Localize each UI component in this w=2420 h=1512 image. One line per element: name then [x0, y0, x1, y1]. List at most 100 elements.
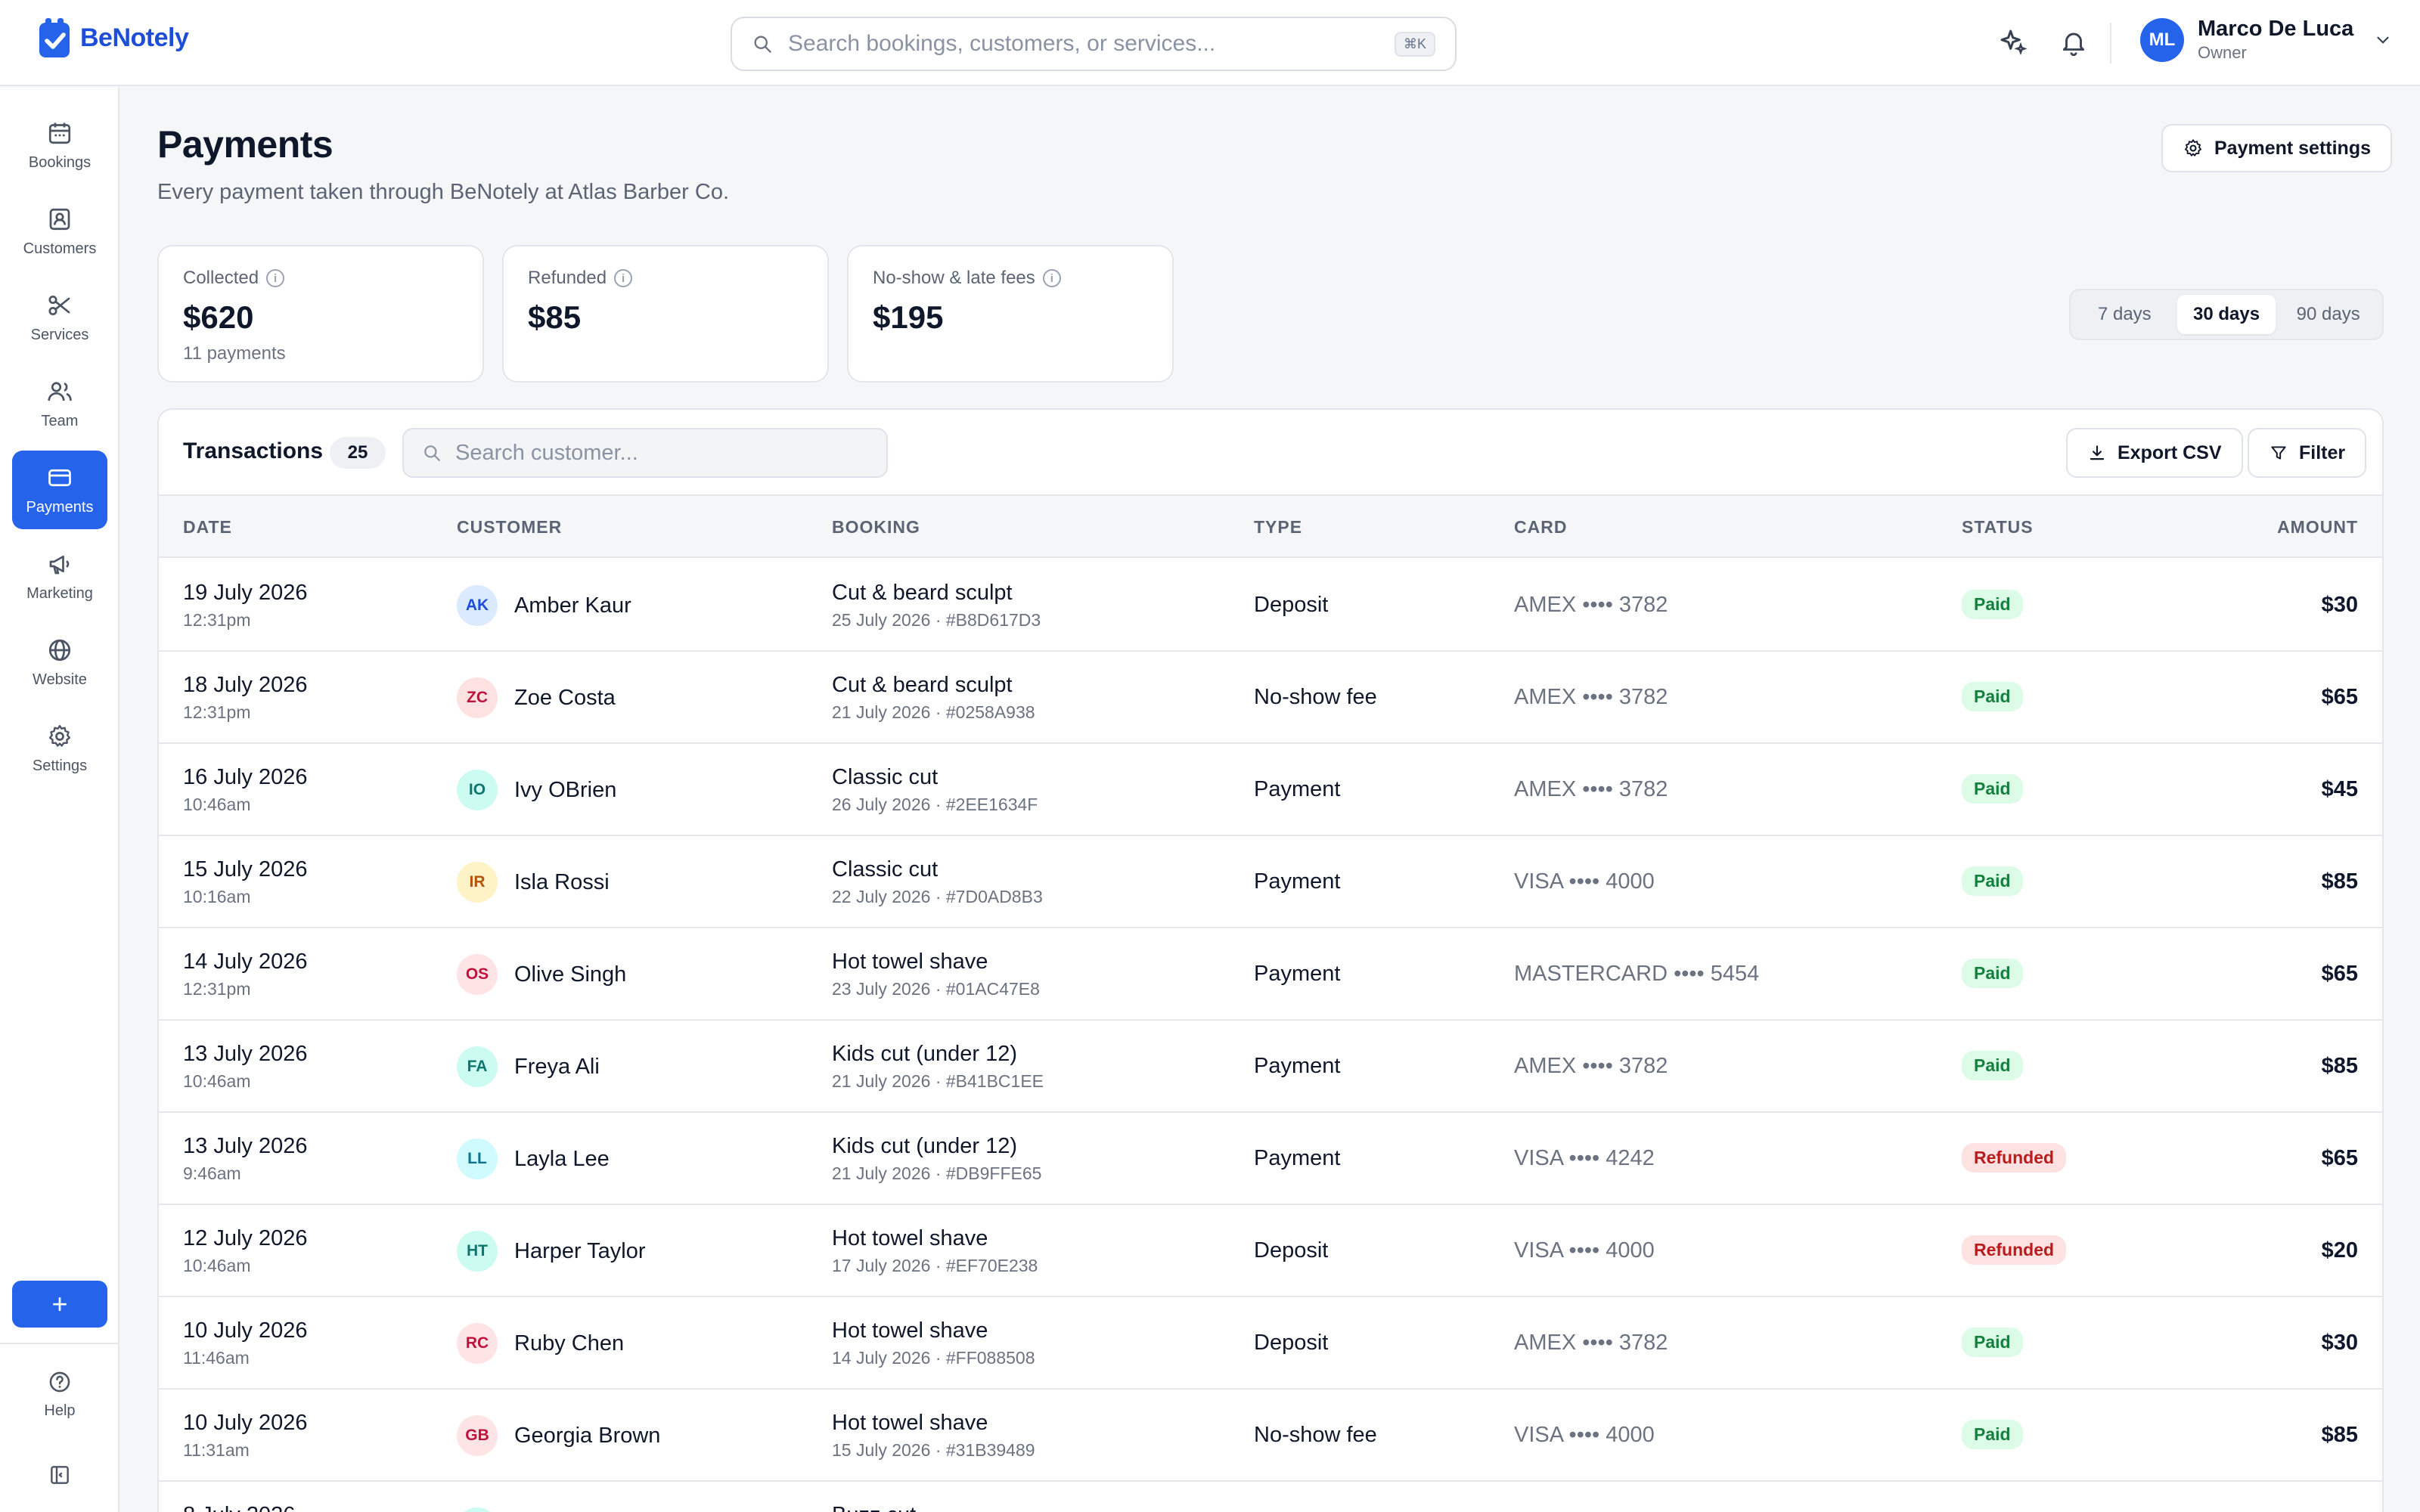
customer-cell[interactable]: HT Harper Taylor [457, 1231, 646, 1272]
export-csv-button[interactable]: Export CSV [2066, 428, 2243, 478]
payment-settings-button[interactable]: Payment settings [2161, 124, 2393, 172]
customer-avatar: AK [457, 585, 498, 626]
range-7-days[interactable]: 7 days [2075, 295, 2174, 334]
status-cell: Paid [1962, 1051, 2023, 1080]
customer-search-input[interactable]: Search customer... [402, 428, 888, 478]
app-logo[interactable]: BeNotely [36, 15, 189, 60]
transaction-type: Payment [1254, 962, 1341, 986]
sidebar-item-label: Marketing [26, 584, 93, 602]
table-row[interactable]: 16 July 2026 10:46am IO Ivy OBrien Classic c… [159, 744, 2382, 836]
booking-cell[interactable]: Cut & beard sculpt 25 July 2026 · #B8D617… [832, 581, 1041, 631]
payment-settings-label: Payment settings [2214, 137, 2372, 159]
range-30-days[interactable]: 30 days [2176, 295, 2276, 334]
table-row[interactable]: 14 July 2026 12:31pm OS Olive Singh Hot towe… [159, 928, 2382, 1021]
customer-avatar: IR [457, 862, 498, 903]
sidebar-item-label: Services [30, 326, 89, 343]
sidebar-item-payments[interactable]: Payments [12, 451, 107, 529]
booking-cell[interactable]: Hot towel shave 23 July 2026 · #01AC47E8 [832, 950, 1040, 999]
sidebar-item-website[interactable]: Website [12, 623, 107, 702]
customer-cell[interactable]: OS Olive Singh [457, 954, 626, 995]
table-row[interactable]: 10 July 2026 11:46am RC Ruby Chen Hot towel … [159, 1297, 2382, 1390]
column-header-card[interactable]: CARD [1514, 517, 1567, 538]
filter-button[interactable]: Filter [2248, 428, 2367, 478]
sidebar-item-services[interactable]: Services [12, 278, 107, 357]
booking-cell[interactable]: Classic cut 26 July 2026 · #2EE1634F [832, 765, 1038, 815]
customer-avatar: GB [457, 1415, 498, 1456]
transactions-title: Transactions [183, 438, 324, 463]
transactions-card: Transactions 25 Search customer... Expor… [157, 408, 2384, 1512]
booking-cell[interactable]: Classic cut 22 July 2026 · #7D0AD8B3 [832, 857, 1043, 907]
card-number: AMEX •••• 3782 [1514, 1331, 1668, 1355]
page-title: Payments [157, 123, 334, 166]
sidebar-item-settings[interactable]: Settings [12, 709, 107, 788]
customer-avatar: OS [457, 954, 498, 995]
transaction-amount: $20 [2321, 1238, 2358, 1263]
customer-cell[interactable] [457, 1507, 514, 1512]
column-header-amount[interactable]: AMOUNT [2277, 517, 2358, 538]
sidebar-item-marketing[interactable]: Marketing [12, 537, 107, 615]
transaction-date: 10 July 2026 [183, 1411, 308, 1435]
sidebar-item-bookings[interactable]: Bookings [12, 106, 107, 184]
table-row[interactable]: 19 July 2026 12:31pm AK Amber Kaur Cut & bea… [159, 559, 2382, 652]
customer-cell[interactable]: ZC Zoe Costa [457, 677, 616, 718]
table-row[interactable]: 12 July 2026 10:46am HT Harper Taylor Hot to… [159, 1205, 2382, 1297]
transaction-amount: $65 [2321, 685, 2358, 709]
gear-icon [2185, 139, 2201, 156]
info-icon[interactable]: i [614, 269, 633, 287]
table-row[interactable]: 10 July 2026 11:31am GB Georgia Brown Hot to… [159, 1390, 2382, 1482]
customer-cell[interactable]: IO Ivy OBrien [457, 770, 616, 810]
status-badge: Paid [1962, 590, 2023, 619]
customer-cell[interactable]: LL Layla Lee [457, 1139, 610, 1179]
column-header-status[interactable]: STATUS [1962, 517, 2034, 538]
booking-cell[interactable]: Hot towel shave 15 July 2026 · #31B39489 [832, 1411, 1035, 1461]
customer-cell[interactable]: AK Amber Kaur [457, 585, 631, 626]
transaction-date: 8 July 2026 [183, 1503, 295, 1512]
customer-name: Ivy OBrien [514, 777, 617, 802]
booking-cell[interactable]: Kids cut (under 12) 21 July 2026 · #DB9FF… [832, 1134, 1041, 1184]
table-row[interactable]: 15 July 2026 10:16am IR Isla Rossi Classic c… [159, 836, 2382, 928]
user-menu[interactable]: ML Marco De Luca Owner [2140, 17, 2393, 63]
booking-cell[interactable]: Cut & beard sculpt 21 July 2026 · #0258A9… [832, 673, 1035, 723]
card-number: VISA •••• 4000 [1514, 1423, 1655, 1447]
info-icon[interactable]: i [1042, 269, 1061, 287]
booking-cell[interactable]: Hot towel shave 17 July 2026 · #EF70E238 [832, 1226, 1038, 1276]
stat-label: Collected [183, 268, 259, 288]
booking-cell[interactable]: Kids cut (under 12) 21 July 2026 · #B41BC… [832, 1042, 1044, 1092]
sidebar-item-team[interactable]: Team [12, 364, 107, 443]
range-90-days[interactable]: 90 days [2279, 295, 2378, 334]
column-header-booking[interactable]: BOOKING [832, 517, 920, 538]
top-divider [2110, 23, 2111, 64]
info-icon[interactable]: i [266, 269, 285, 287]
column-header-type[interactable]: TYPE [1254, 517, 1302, 538]
sparkle-button[interactable] [1996, 26, 2030, 59]
global-search[interactable]: Search bookings, customers, or services.… [731, 17, 1457, 71]
collapse-sidebar-button[interactable] [12, 1448, 107, 1501]
table-row[interactable]: 13 July 2026 10:46am FA Freya Ali Kids cut (… [159, 1021, 2382, 1113]
booking-reference: 25 July 2026 · #B8D617D3 [832, 610, 1041, 630]
customer-cell[interactable]: FA Freya Ali [457, 1046, 600, 1087]
customer-cell[interactable]: IR Isla Rossi [457, 862, 610, 903]
customer-cell[interactable]: RC Ruby Chen [457, 1323, 624, 1364]
table-row[interactable]: 8 July 2026 Buzz cut [159, 1482, 2382, 1512]
stat-value: $620 [183, 299, 254, 335]
booking-cell[interactable]: Buzz cut [832, 1503, 916, 1512]
column-header-customer[interactable]: CUSTOMER [457, 517, 562, 538]
customer-cell[interactable]: GB Georgia Brown [457, 1415, 660, 1456]
table-header: DATE CUSTOMER BOOKING TYPE CARD STATUS A… [159, 496, 2382, 558]
sidebar-item-label: Bookings [28, 153, 92, 171]
table-row[interactable]: 18 July 2026 12:31pm ZC Zoe Costa Cut & bear… [159, 652, 2382, 744]
booking-reference: 22 July 2026 · #7D0AD8B3 [832, 887, 1043, 906]
sidebar-item-label: Website [33, 671, 87, 688]
transaction-date: 19 July 2026 [183, 581, 308, 605]
table-row[interactable]: 13 July 2026 9:46am LL Layla Lee Kids cut (u… [159, 1113, 2382, 1205]
sidebar-item-customers[interactable]: Customers [12, 192, 107, 271]
card-number: AMEX •••• 3782 [1514, 1054, 1668, 1078]
transaction-amount: $65 [2321, 1146, 2358, 1170]
sidebar-item-help[interactable]: Help [12, 1355, 107, 1433]
booking-cell[interactable]: Hot towel shave 14 July 2026 · #FF088508 [832, 1318, 1035, 1368]
column-header-date[interactable]: DATE [183, 517, 232, 538]
add-button[interactable]: + [12, 1281, 107, 1328]
date-cell: 10 July 2026 11:31am [183, 1411, 307, 1461]
notifications-button[interactable] [2057, 26, 2090, 59]
customer-name: Harper Taylor [514, 1238, 646, 1263]
